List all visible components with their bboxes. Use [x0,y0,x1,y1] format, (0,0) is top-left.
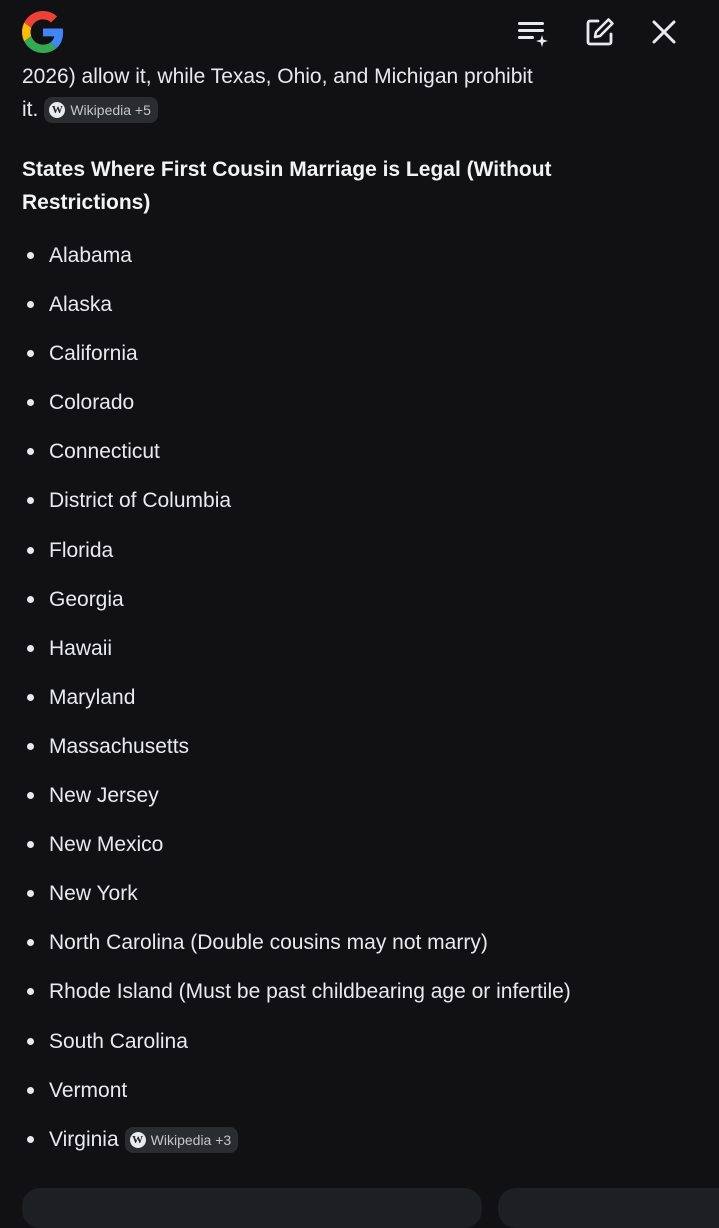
source-chip-label: Wikipedia +5 [70,101,151,118]
close-button[interactable] [644,12,684,52]
edit-button[interactable] [580,12,620,52]
section-heading: States Where First Cousin Marriage is Le… [22,158,552,214]
bullet [27,1135,34,1143]
bullet [27,693,34,701]
bullet [27,301,34,309]
list-item: New York [22,869,697,918]
list-sparkle-button[interactable] [512,12,552,52]
list-item: Virginia W Wikipedia +3 [22,1115,697,1164]
list-item: Connecticut [22,427,697,476]
source-chip[interactable]: W Wikipedia +5 [44,97,158,124]
bullet [27,497,34,505]
list-item: New Jersey [22,771,697,820]
bullet [27,742,34,750]
intro-line-2: it. [22,98,39,121]
list-item: Florida [22,526,697,575]
follow-up-card[interactable] [22,1188,482,1228]
wikipedia-icon: W [129,1132,146,1149]
bullet [27,448,34,456]
bullet [27,1037,34,1045]
bullet [27,841,34,849]
list-item: Georgia [22,575,697,624]
intro-line-1: 2026) allow it, while Texas, Ohio, and M… [22,65,533,88]
list-sparkle-icon [518,22,548,47]
list-item: California [22,329,697,378]
bullet [27,890,34,898]
edit-icon [586,18,614,46]
bullet [27,792,34,800]
list-item: South Carolina [22,1017,697,1066]
bullet [27,939,34,947]
list-item: Rhode Island (Must be past childbearing … [22,967,697,1016]
bullet [27,350,34,358]
bullet [27,546,34,554]
follow-up-card[interactable] [498,1188,719,1228]
answer-content: 2026) allow it, while Texas, Ohio, and M… [22,60,697,1164]
close-icon [652,20,676,44]
list-item: Alabama [22,231,697,280]
list-item: Vermont [22,1066,697,1115]
bullet [27,399,34,407]
source-chip-label: Wikipedia +3 [150,1131,232,1148]
list-item: Alaska [22,280,697,329]
list-item: Maryland [22,673,697,722]
bullet [27,644,34,652]
bullet [27,252,34,259]
list-item: District of Columbia [22,476,697,525]
bullet [27,595,34,603]
states-list: Alabama Alaska California Colorado Conne… [22,231,697,1164]
source-chip[interactable]: W Wikipedia +3 [124,1127,239,1154]
list-item: Massachusetts [22,722,697,771]
intro-paragraph: 2026) allow it, while Texas, Ohio, and M… [22,60,697,126]
wikipedia-icon: W [49,102,66,119]
list-item: North Carolina (Double cousins may not m… [22,918,697,967]
bullet [27,1086,34,1094]
list-item: New Mexico [22,820,697,869]
google-logo-icon[interactable] [22,11,64,53]
list-item: Hawaii [22,624,697,673]
top-bar [0,0,719,62]
list-item: Colorado [22,378,697,427]
bullet [27,988,34,996]
